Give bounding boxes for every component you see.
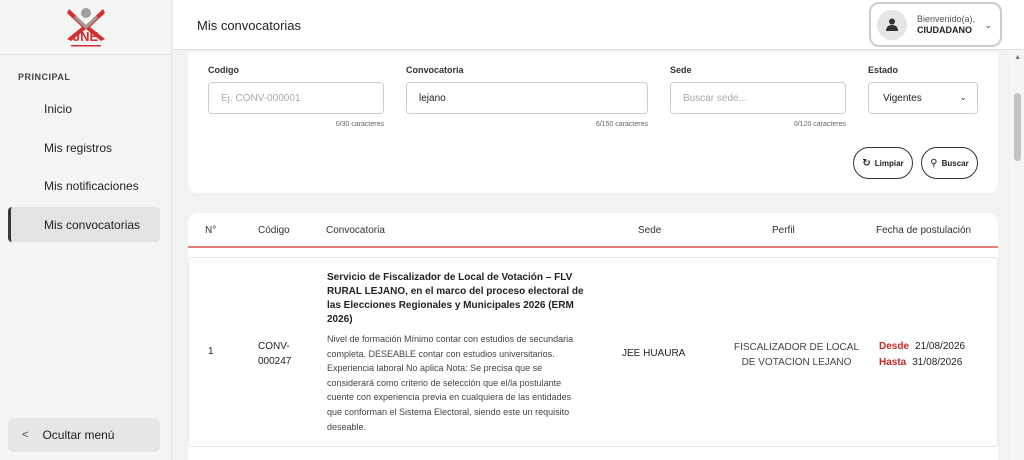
sidebar-item-label: Mis registros — [44, 140, 113, 155]
header-divider — [188, 246, 998, 248]
row-perfil-line2: DE VOTACION LEJANO — [741, 357, 852, 368]
scrollbar-thumb[interactable] — [1014, 93, 1021, 161]
chevron-down-icon: ⌄ — [984, 20, 992, 30]
user-name: CIUDADANO — [917, 24, 972, 35]
welcome-text: Bienvenido(a), — [917, 13, 976, 24]
row-codigo-line2: 000247 — [258, 356, 292, 367]
search-icon: ⚲ — [930, 157, 938, 169]
desde-label: Desde — [879, 341, 910, 352]
sede-input[interactable]: Buscar sede... — [670, 82, 846, 114]
sede-label: Sede — [670, 65, 692, 75]
convocatoria-input[interactable]: lejano — [406, 82, 648, 114]
header-num: N° — [205, 225, 217, 236]
chevron-down-icon: ⌄ — [959, 92, 967, 102]
filter-card: Codigo Ej. CONV-000001 0/30 caracteres C… — [188, 52, 998, 193]
codigo-input[interactable]: Ej. CONV-000001 — [208, 82, 384, 114]
sidebar-item-mis-convocatorias[interactable]: Mis convocatorias — [8, 207, 160, 242]
convocatoria-char-count: 6/150 caracteres — [595, 121, 648, 128]
sede-char-count: 0/120 caracteres — [793, 121, 846, 128]
header-convocatoria: Convocatoria — [326, 225, 385, 236]
sidebar-item-label: Inicio — [44, 101, 73, 116]
clear-button-label: Limpiar — [874, 158, 904, 168]
hide-menu-button[interactable]: < Ocultar menú — [8, 418, 160, 452]
refresh-icon: ↻ — [862, 157, 871, 169]
row-codigo: CONV- 000247 — [258, 339, 291, 369]
clear-button[interactable]: ↻ Limpiar — [853, 147, 913, 179]
logo-area: JNE — [0, 0, 171, 55]
hide-menu-label: Ocultar menú — [42, 428, 115, 442]
row-convocatoria-description: Nivel de formación Mínimo contar con est… — [327, 334, 574, 432]
sidebar-item-label: Mis notificaciones — [44, 178, 139, 193]
hasta-date: 31/08/2026 — [912, 357, 963, 368]
header-perfil: Perfil — [772, 225, 795, 236]
user-menu[interactable]: Bienvenido(a), CIUDADANO ⌄ — [869, 2, 1002, 47]
codigo-label: Codigo — [208, 65, 239, 75]
row-codigo-line1: CONV- — [258, 341, 290, 352]
row-num: 1 — [208, 346, 214, 357]
table-row[interactable]: 1 CONV- 000247 Servicio de Fiscalizador … — [188, 257, 998, 447]
estado-label: Estado — [868, 65, 899, 75]
row-fecha-hasta: Hasta 31/08/2026 — [879, 355, 965, 371]
hasta-label: Hasta — [879, 357, 907, 368]
row-fecha-desde: Desde 21/08/2026 — [879, 339, 965, 355]
sidebar-item-mis-notificaciones[interactable]: Mis notificaciones — [8, 168, 160, 203]
chevron-left-icon: < — [22, 429, 29, 441]
row-perfil-line1: FISCALIZADOR DE LOCAL — [733, 342, 860, 353]
row-perfil: FISCALIZADOR DE LOCAL DE VOTACION LEJANO — [729, 340, 864, 370]
header: Mis convocatorias Bienvenido(a), CIUDADA… — [173, 0, 1024, 50]
codigo-char-count: 0/30 caracteres — [335, 121, 384, 128]
row-sede: JEE HUAURA — [622, 348, 686, 359]
logo-text: JNE — [72, 29, 99, 44]
search-button[interactable]: ⚲ Buscar — [921, 147, 978, 179]
header-fecha: Fecha de postulación — [876, 225, 972, 236]
desde-date: 21/08/2026 — [915, 341, 966, 352]
sidebar-item-inicio[interactable]: Inicio — [8, 91, 160, 126]
sidebar: JNE PRINCIPAL Inicio Mis registros Mis n… — [0, 0, 172, 460]
results-table: N° Código Convocatoria Sede Perfil Fecha… — [188, 213, 998, 460]
header-codigo: Código — [258, 225, 290, 236]
user-avatar-icon — [877, 9, 907, 40]
estado-select[interactable]: Vigentes ⌄ — [868, 82, 978, 114]
row-convocatoria-title: Servicio de Fiscalizador de Local de Vot… — [327, 272, 584, 325]
page-title: Mis convocatorias — [197, 18, 302, 33]
header-sede: Sede — [638, 225, 662, 236]
search-button-label: Buscar — [941, 158, 969, 168]
estado-selected-value: Vigentes — [883, 92, 922, 104]
section-label-principal: PRINCIPAL — [18, 72, 71, 82]
jne-logo[interactable]: JNE — [61, 5, 111, 49]
sidebar-item-label: Mis convocatorias — [44, 217, 141, 232]
sidebar-item-mis-registros[interactable]: Mis registros — [8, 130, 160, 165]
scroll-up-arrow-icon[interactable]: ▲ — [1014, 54, 1021, 61]
row-fecha: Desde 21/08/2026 Hasta 31/08/2026 — [879, 339, 965, 371]
convocatoria-label: Convocatoria — [406, 65, 464, 75]
